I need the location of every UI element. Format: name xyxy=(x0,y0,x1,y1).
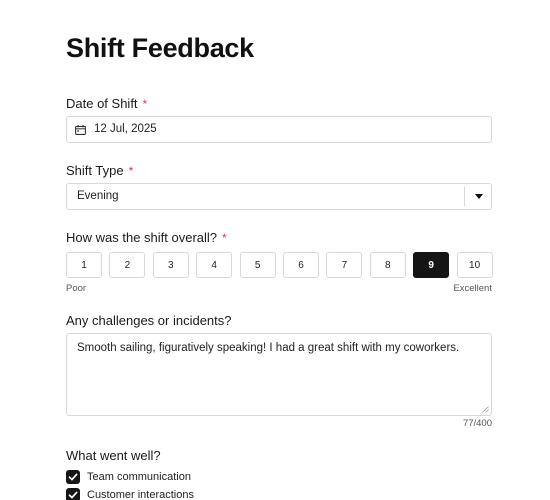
rating-option-7[interactable]: 7 xyxy=(326,252,363,278)
overall-rating-scale: 1 2 3 4 5 6 7 8 9 10 xyxy=(66,252,493,278)
overall-label-text: How was the shift overall? xyxy=(66,230,218,245)
character-counter: 77/400 xyxy=(462,418,492,429)
challenges-label: Any challenges or incidents? xyxy=(66,313,232,328)
required-asterisk: * xyxy=(142,97,148,111)
checkbox-label[interactable]: Customer interactions xyxy=(87,489,194,500)
rating-low-label: Poor xyxy=(66,283,87,294)
shift-type-value: Evening xyxy=(77,190,119,202)
rating-high-label: Excellent xyxy=(453,283,492,294)
checkmark-icon xyxy=(68,491,78,499)
rating-option-1[interactable]: 1 xyxy=(66,252,102,278)
checkmark-icon xyxy=(68,473,78,481)
date-of-shift-field[interactable]: 12 Jul, 2025 xyxy=(66,116,492,143)
checkbox-label[interactable]: Team communication xyxy=(87,471,191,483)
challenges-text: Smooth sailing, figuratively speaking! I… xyxy=(77,342,460,354)
checkbox[interactable] xyxy=(66,470,80,484)
calendar-icon xyxy=(75,125,86,135)
required-asterisk: * xyxy=(128,164,134,178)
rating-option-6[interactable]: 6 xyxy=(283,252,319,278)
resize-grip-icon[interactable] xyxy=(482,406,489,413)
rating-option-10[interactable]: 10 xyxy=(456,252,493,278)
overall-rating-label: How was the shift overall? * xyxy=(66,230,227,245)
rating-option-5[interactable]: 5 xyxy=(239,252,276,278)
checkbox[interactable] xyxy=(66,488,80,500)
rating-option-8[interactable]: 8 xyxy=(369,252,406,278)
shift-type-label-text: Shift Type xyxy=(66,163,124,178)
date-value: 12 Jul, 2025 xyxy=(94,123,157,135)
date-label-text: Date of Shift xyxy=(66,96,138,111)
challenges-textarea[interactable]: Smooth sailing, figuratively speaking! I… xyxy=(66,333,492,416)
rating-option-3[interactable]: 3 xyxy=(152,252,189,278)
chevron-down-icon[interactable] xyxy=(475,194,483,199)
date-of-shift-label: Date of Shift * xyxy=(66,96,147,111)
shift-type-label: Shift Type * xyxy=(66,163,133,178)
shift-type-select[interactable]: Evening xyxy=(66,183,492,210)
page-title: Shift Feedback xyxy=(66,33,254,63)
required-asterisk: * xyxy=(222,231,227,245)
rating-option-2[interactable]: 2 xyxy=(109,252,146,278)
rating-option-4[interactable]: 4 xyxy=(196,252,233,278)
went-well-label: What went well? xyxy=(66,448,161,463)
select-divider xyxy=(464,187,465,206)
rating-option-9[interactable]: 9 xyxy=(413,252,450,278)
